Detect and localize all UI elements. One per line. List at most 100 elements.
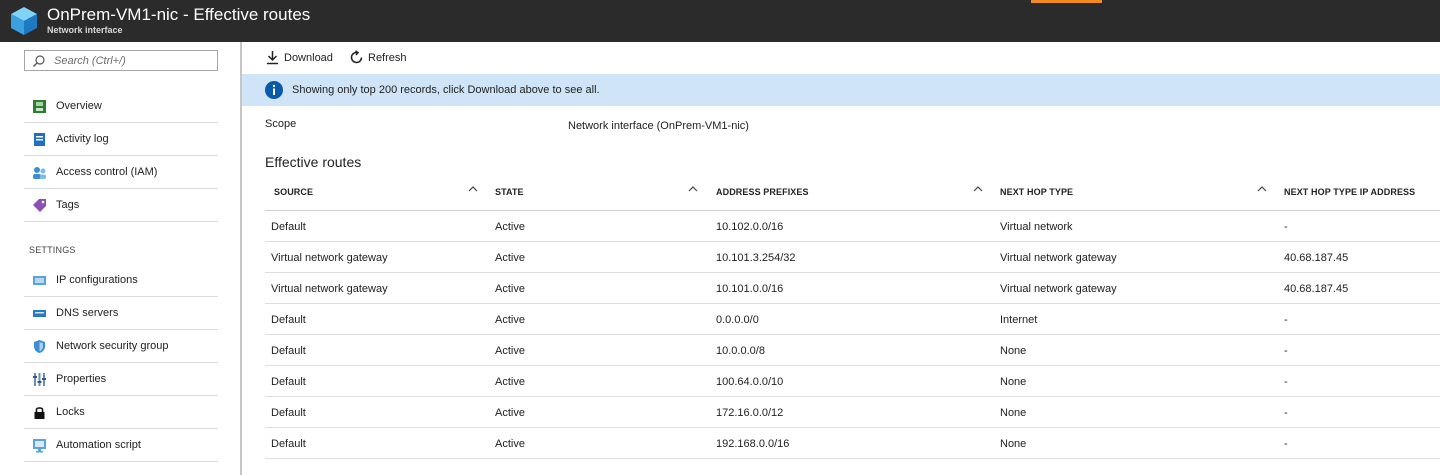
search-icon <box>33 55 45 67</box>
download-button[interactable]: Download <box>265 49 337 67</box>
search-input[interactable]: Search (Ctrl+/) <box>24 50 218 71</box>
sidebar-item-access-control[interactable]: Access control (IAM) <box>24 156 218 189</box>
page-subtitle: Network interface <box>47 25 123 35</box>
sidebar-item-label: Activity log <box>56 133 109 145</box>
column-header-label: SOURCE <box>274 187 314 197</box>
cell-next-hop-type: None <box>1000 438 1027 450</box>
sort-ascending-icon <box>1257 186 1267 192</box>
cell-state: Active <box>495 376 525 388</box>
cell-next-hop-ip: - <box>1284 345 1288 357</box>
sidebar-item-label: Overview <box>56 100 102 112</box>
sidebar-item-tags[interactable]: Tags <box>24 189 218 222</box>
sidebar-item-overview[interactable]: Overview <box>24 90 218 123</box>
sort-ascending-icon <box>973 186 983 192</box>
properties-icon <box>33 373 46 386</box>
info-icon <box>265 81 283 99</box>
blade-header: OnPrem-VM1-nic - Effective routes Networ… <box>0 0 1440 42</box>
download-icon <box>267 51 278 65</box>
cell-next-hop-type: Virtual network <box>1000 221 1073 233</box>
cell-source: Virtual network gateway <box>271 252 388 264</box>
table-row[interactable]: Default Active 100.64.0.0/10 None - <box>265 366 1440 397</box>
page-title: OnPrem-VM1-nic - Effective routes <box>47 5 311 24</box>
cell-source: Default <box>271 345 306 357</box>
cell-source: Default <box>271 407 306 419</box>
sort-ascending-icon <box>468 186 478 192</box>
sidebar-item-label: Access control (IAM) <box>56 166 158 178</box>
settings-heading: SETTINGS <box>29 245 76 255</box>
sidebar-item-label: Tags <box>56 199 80 211</box>
sidebar-item-label: Locks <box>56 406 85 418</box>
cell-state: Active <box>495 438 525 450</box>
column-header-address-prefixes[interactable]: ADDRESS PREFIXES <box>707 177 991 210</box>
overview-icon <box>33 100 46 113</box>
cell-next-hop-ip: 40.68.187.45 <box>1284 283 1349 295</box>
sort-ascending-icon <box>688 186 698 192</box>
sidebar-item-activity-log[interactable]: Activity log <box>24 123 218 156</box>
column-header-label: NEXT HOP TYPE IP ADDRESS <box>1284 187 1416 197</box>
lock-icon <box>34 407 45 419</box>
table-row[interactable]: Default Active 10.0.0.0/8 None - <box>265 335 1440 366</box>
sidebar-item-ip-configurations[interactable]: IP configurations <box>24 264 218 297</box>
sidebar-item-label: IP configurations <box>56 274 138 286</box>
search-placeholder: Search (Ctrl+/) <box>54 55 126 67</box>
column-header-state[interactable]: STATE <box>486 177 707 210</box>
sidebar-item-label: Network security group <box>56 340 169 352</box>
cell-next-hop-type: None <box>1000 376 1027 388</box>
effective-routes-title: Effective routes <box>265 154 362 170</box>
cell-address-prefix: 0.0.0.0/0 <box>716 314 759 326</box>
network-interface-cube-icon <box>11 7 37 35</box>
cell-next-hop-ip: 40.68.187.45 <box>1284 252 1349 264</box>
table-row[interactable]: Default Active 192.168.0.0/16 None - <box>265 428 1440 459</box>
column-header-next-hop-ip[interactable]: NEXT HOP TYPE IP ADDRESS <box>1275 177 1440 210</box>
table-row[interactable]: Virtual network gateway Active 10.101.0.… <box>265 273 1440 304</box>
header-accent-bar <box>1031 0 1102 3</box>
cell-state: Active <box>495 221 525 233</box>
cell-next-hop-type: Virtual network gateway <box>1000 252 1117 264</box>
sidebar-item-label: Automation script <box>56 439 141 451</box>
refresh-icon <box>350 50 363 64</box>
cell-next-hop-ip: - <box>1284 314 1288 326</box>
sidebar-item-label: DNS servers <box>56 307 119 319</box>
info-message: Showing only top 200 records, click Down… <box>292 84 600 96</box>
table-row[interactable]: Virtual network gateway Active 10.101.3.… <box>265 242 1440 273</box>
column-header-label: ADDRESS PREFIXES <box>716 187 809 197</box>
shield-icon <box>34 340 45 353</box>
cell-state: Active <box>495 252 525 264</box>
cell-next-hop-ip: - <box>1284 221 1288 233</box>
sidebar-item-automation-script[interactable]: Automation script <box>24 429 218 462</box>
cell-next-hop-type: Virtual network gateway <box>1000 283 1117 295</box>
command-bar: Download Refresh <box>242 42 1440 74</box>
cell-state: Active <box>495 407 525 419</box>
cell-source: Default <box>271 221 306 233</box>
table-row[interactable]: Default Active 0.0.0.0/0 Internet - <box>265 304 1440 335</box>
refresh-button[interactable]: Refresh <box>349 49 411 67</box>
cell-next-hop-ip: - <box>1284 407 1288 419</box>
cell-next-hop-ip: - <box>1284 438 1288 450</box>
cell-source: Default <box>271 314 306 326</box>
cell-next-hop-type: None <box>1000 345 1027 357</box>
sidebar-item-locks[interactable]: Locks <box>24 396 218 429</box>
dns-servers-icon <box>33 310 46 317</box>
cell-source: Virtual network gateway <box>271 283 388 295</box>
activity-log-icon <box>34 133 45 146</box>
table-row[interactable]: Default Active 172.16.0.0/12 None - <box>265 397 1440 428</box>
sidebar-item-dns-servers[interactable]: DNS servers <box>24 297 218 330</box>
column-header-next-hop-type[interactable]: NEXT HOP TYPE <box>991 177 1275 210</box>
cell-state: Active <box>495 314 525 326</box>
automation-script-icon <box>33 439 46 453</box>
refresh-label: Refresh <box>368 52 407 64</box>
tag-icon <box>33 199 46 212</box>
cell-state: Active <box>495 283 525 295</box>
cell-address-prefix: 192.168.0.0/16 <box>716 438 790 450</box>
cell-next-hop-ip: - <box>1284 376 1288 388</box>
cell-source: Default <box>271 376 306 388</box>
info-banner: Showing only top 200 records, click Down… <box>242 74 1440 106</box>
sidebar-item-network-security-group[interactable]: Network security group <box>24 330 218 363</box>
cell-next-hop-type: Internet <box>1000 314 1038 326</box>
cell-address-prefix: 172.16.0.0/12 <box>716 407 784 419</box>
cell-next-hop-type: None <box>1000 407 1027 419</box>
scope-label: Scope <box>265 118 297 130</box>
sidebar-item-properties[interactable]: Properties <box>24 363 218 396</box>
table-row[interactable]: Default Active 10.102.0.0/16 Virtual net… <box>265 211 1440 242</box>
column-header-source[interactable]: SOURCE <box>265 177 486 210</box>
